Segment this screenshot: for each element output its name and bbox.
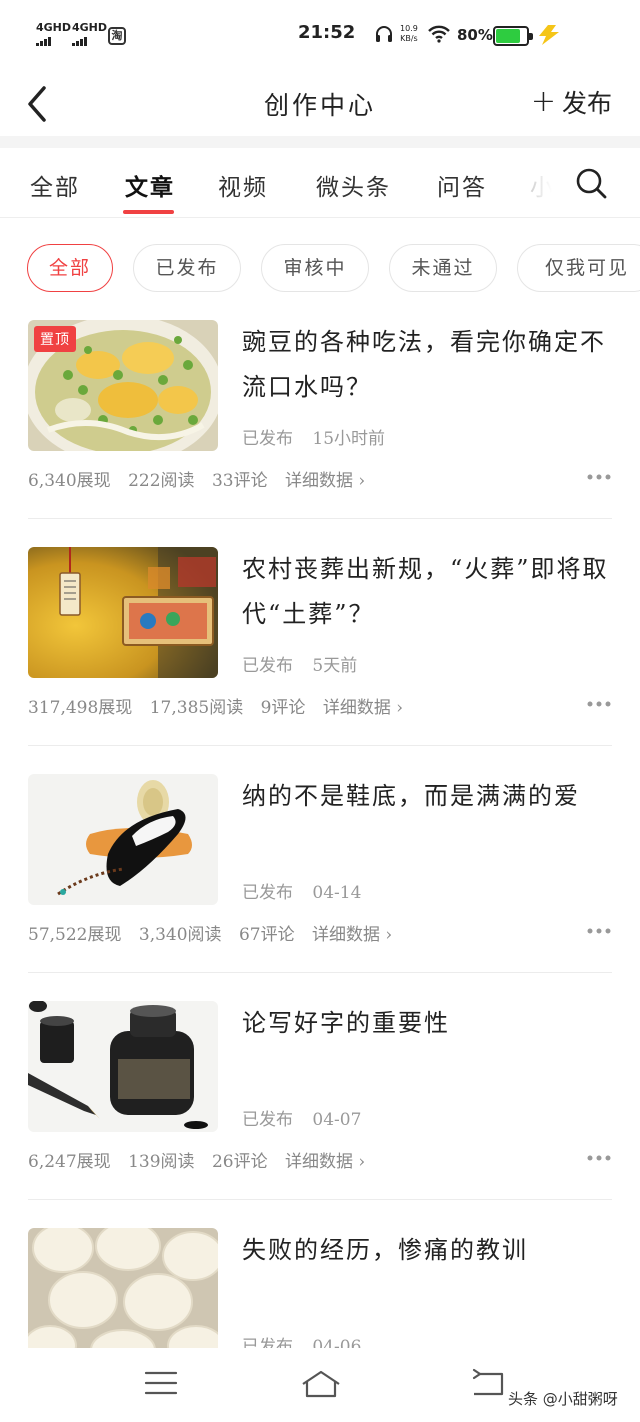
article-thumbnail-ink bbox=[28, 1001, 218, 1132]
publish-time: 5天前 bbox=[312, 656, 358, 676]
signal-indicator-2: 4GHD bbox=[72, 21, 108, 46]
speed-unit: KB/s bbox=[400, 34, 418, 43]
back-nav-icon[interactable] bbox=[470, 1368, 506, 1398]
battery-percent: 80% bbox=[457, 26, 493, 44]
filter-all[interactable]: 全部 bbox=[27, 244, 113, 292]
content-type-tabs: 全部 文章 视频 微头条 问答 小 bbox=[0, 148, 640, 218]
comments-count: 67评论 bbox=[238, 925, 295, 945]
publish-time: 04-07 bbox=[312, 1110, 362, 1130]
article-stats: 57,522展现 3,340阅读 67评论 详细数据 › bbox=[28, 920, 404, 945]
wifi-icon bbox=[428, 25, 450, 43]
signal-indicator-1: 4GHD bbox=[36, 21, 72, 46]
reads-count: 222阅读 bbox=[128, 471, 195, 491]
article-meta: 已发布 04-14 bbox=[242, 878, 361, 903]
publish-status: 已发布 bbox=[242, 883, 293, 903]
signal-bars-icon bbox=[36, 35, 71, 46]
plus-icon: + bbox=[530, 84, 556, 119]
network-label-1: 4GHD bbox=[36, 21, 72, 34]
more-options-icon[interactable] bbox=[586, 470, 612, 484]
battery-icon bbox=[493, 26, 533, 46]
article-title[interactable]: 失败的经历，惨痛的教训 bbox=[242, 1228, 612, 1273]
impressions-count: 6,247展现 bbox=[28, 1152, 111, 1172]
comments-count: 33评论 bbox=[211, 471, 268, 491]
impressions-count: 57,522展现 bbox=[28, 925, 122, 945]
tab-qa[interactable]: 问答 bbox=[437, 168, 487, 202]
article-thumbnail-shoes bbox=[28, 774, 218, 905]
header-divider bbox=[0, 136, 640, 148]
article-title[interactable]: 农村丧葬出新规，“火葬”即将取代“土葬”？ bbox=[242, 547, 612, 637]
search-icon[interactable] bbox=[574, 166, 608, 200]
tab-articles[interactable]: 文章 bbox=[125, 168, 175, 202]
publish-status: 已发布 bbox=[242, 656, 293, 676]
signal-bars-icon bbox=[72, 35, 107, 46]
home-icon[interactable] bbox=[299, 1368, 343, 1400]
impressions-count: 6,340展现 bbox=[28, 471, 111, 491]
list-divider bbox=[28, 972, 612, 973]
publish-button[interactable]: + 发布 bbox=[531, 84, 612, 120]
publish-status: 已发布 bbox=[242, 429, 293, 449]
article-title[interactable]: 纳的不是鞋底，而是满满的爱 bbox=[242, 774, 612, 819]
battery-fill bbox=[496, 29, 520, 43]
reads-count: 3,340阅读 bbox=[138, 925, 222, 945]
list-divider bbox=[28, 518, 612, 519]
article-stats: 6,247展现 139阅读 26评论 详细数据 › bbox=[28, 1147, 377, 1172]
filter-in-review[interactable]: 审核中 bbox=[261, 244, 369, 292]
filter-rejected[interactable]: 未通过 bbox=[389, 244, 497, 292]
active-tab-indicator bbox=[123, 210, 174, 214]
publish-label: 发布 bbox=[561, 89, 612, 118]
list-divider bbox=[28, 745, 612, 746]
tab-micro-headlines[interactable]: 微头条 bbox=[316, 168, 391, 202]
tab-videos[interactable]: 视频 bbox=[218, 168, 268, 202]
article-title[interactable]: 豌豆的各种吃法，看完你确定不流口水吗？ bbox=[242, 320, 612, 410]
publish-time: 15小时前 bbox=[312, 429, 386, 449]
article-thumbnail-buns bbox=[28, 1228, 218, 1359]
publish-status: 已发布 bbox=[242, 1110, 293, 1130]
menu-icon[interactable] bbox=[144, 1368, 178, 1398]
system-navigation-bar bbox=[0, 1348, 640, 1422]
status-filter-bar: 全部 已发布 审核中 未通过 仅我可见 bbox=[0, 218, 640, 318]
charging-bolt-icon bbox=[539, 25, 559, 45]
more-options-icon[interactable] bbox=[586, 924, 612, 938]
taobao-notification-icon: 淘 bbox=[108, 27, 126, 45]
article-item[interactable]: 纳的不是鞋底，而是满满的爱 已发布 04-14 57,522展现 3,340阅读… bbox=[0, 772, 640, 999]
reads-count: 139阅读 bbox=[128, 1152, 195, 1172]
article-list: 置顶 豌豆的各种吃法，看完你确定不流口水吗？ 已发布 15小时前 6,340展现… bbox=[0, 318, 640, 1422]
article-title[interactable]: 论写好字的重要性 bbox=[242, 1001, 612, 1046]
comments-count: 26评论 bbox=[211, 1152, 268, 1172]
headphones-icon bbox=[376, 26, 392, 42]
reads-count: 17,385阅读 bbox=[149, 698, 244, 718]
filter-published[interactable]: 已发布 bbox=[133, 244, 241, 292]
speed-value: 10.9 bbox=[400, 24, 418, 33]
article-thumbnail-tags bbox=[28, 547, 218, 678]
article-item[interactable]: 农村丧葬出新规，“火葬”即将取代“土葬”？ 已发布 5天前 317,498展现 … bbox=[0, 545, 640, 772]
more-options-icon[interactable] bbox=[586, 1151, 612, 1165]
detail-data-link[interactable]: 详细数据 › bbox=[285, 1152, 365, 1172]
article-item[interactable]: 论写好字的重要性 已发布 04-07 6,247展现 139阅读 26评论 详细… bbox=[0, 999, 640, 1226]
pinned-badge: 置顶 bbox=[34, 326, 76, 352]
tab-all[interactable]: 全部 bbox=[30, 168, 80, 202]
list-divider bbox=[28, 1199, 612, 1200]
article-meta: 已发布 04-07 bbox=[242, 1105, 361, 1130]
network-speed: 10.9 KB/s bbox=[400, 24, 418, 44]
article-meta: 已发布 5天前 bbox=[242, 651, 357, 676]
more-options-icon[interactable] bbox=[586, 697, 612, 711]
article-thumbnail-soup: 置顶 bbox=[28, 320, 218, 451]
article-meta: 已发布 15小时前 bbox=[242, 424, 385, 449]
article-item[interactable]: 置顶 豌豆的各种吃法，看完你确定不流口水吗？ 已发布 15小时前 6,340展现… bbox=[0, 318, 640, 545]
comments-count: 9评论 bbox=[260, 698, 306, 718]
network-label-2: 4GHD bbox=[72, 21, 108, 34]
article-stats: 6,340展现 222阅读 33评论 详细数据 › bbox=[28, 466, 377, 491]
watermark: 头条 @小甜粥呀 bbox=[508, 1390, 618, 1408]
detail-data-link[interactable]: 详细数据 › bbox=[285, 471, 365, 491]
filter-private[interactable]: 仅我可见 bbox=[517, 244, 640, 292]
clock: 21:52 bbox=[298, 22, 356, 43]
detail-data-link[interactable]: 详细数据 › bbox=[323, 698, 403, 718]
publish-time: 04-14 bbox=[312, 883, 362, 903]
detail-data-link[interactable]: 详细数据 › bbox=[312, 925, 392, 945]
top-app-bar: 创作中心 + 发布 bbox=[0, 70, 640, 136]
article-stats: 317,498展现 17,385阅读 9评论 详细数据 › bbox=[28, 693, 415, 718]
impressions-count: 317,498展现 bbox=[28, 698, 133, 718]
status-bar: 4GHD 4GHD 淘 21:52 10.9 KB/s 80% bbox=[0, 0, 640, 70]
